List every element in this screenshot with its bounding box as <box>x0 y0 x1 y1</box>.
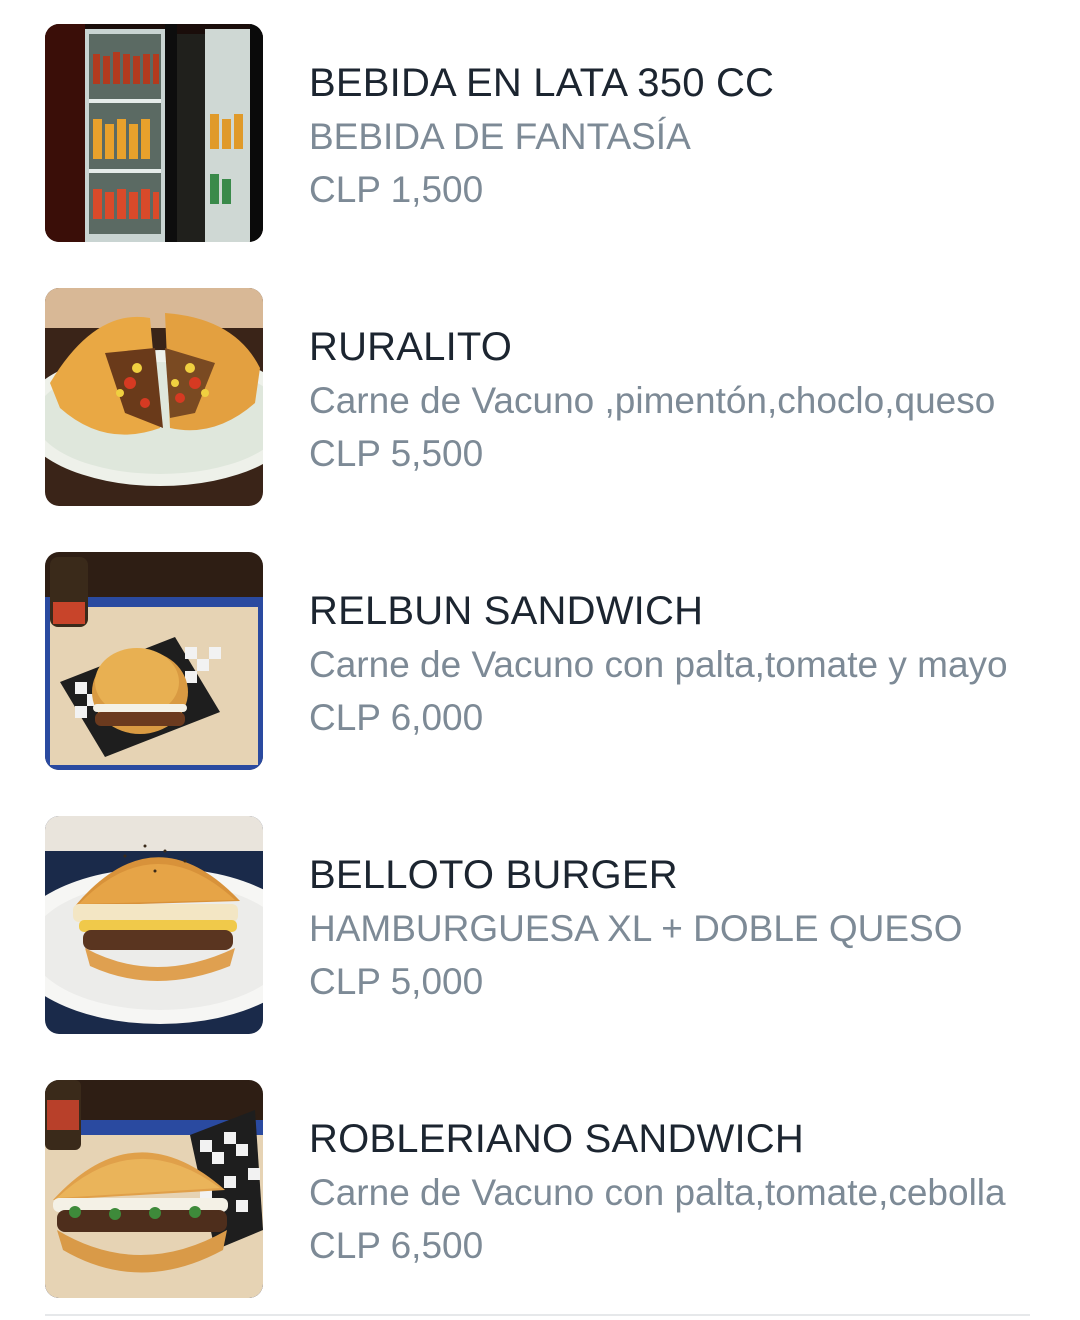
burger-plate-photo <box>45 816 263 1034</box>
product-name: RELBUN SANDWICH <box>309 589 704 633</box>
product-description: Carne de Vacuno con palta,tomate y mayo <box>309 644 1008 685</box>
product-name: BELLOTO BURGER <box>309 853 678 897</box>
sandwich-tray-photo <box>45 1080 263 1298</box>
product-price: CLP 1,500 <box>309 169 484 210</box>
product-price: CLP 6,000 <box>309 697 484 738</box>
product-description: Carne de Vacuno ,pimentón,choclo,queso <box>309 380 996 421</box>
product-item-ruralito[interactable]: RURALITO Carne de Vacuno ,pimentón,chocl… <box>0 288 1080 528</box>
product-description: BEBIDA DE FANTASÍA <box>309 116 691 157</box>
product-item-belloto[interactable]: BELLOTO BURGER HAMBURGUESA XL + DOBLE QU… <box>0 816 1080 1056</box>
product-name: ROBLERIANO SANDWICH <box>309 1117 804 1161</box>
product-price: CLP 5,000 <box>309 961 484 1002</box>
drinks-fridge-photo <box>45 24 263 242</box>
product-list: BEBIDA EN LATA 350 CC BEBIDA DE FANTASÍA… <box>0 0 1080 1318</box>
list-divider <box>45 1314 1030 1316</box>
burger-tray-photo <box>45 552 263 770</box>
product-price: CLP 5,500 <box>309 433 484 474</box>
product-description: HAMBURGUESA XL + DOBLE QUESO <box>309 908 963 949</box>
product-name: RURALITO <box>309 325 513 369</box>
product-description: Carne de Vacuno con palta,tomate,cebolla <box>309 1172 1006 1213</box>
product-price: CLP 6,500 <box>309 1225 484 1266</box>
product-item-bebida[interactable]: BEBIDA EN LATA 350 CC BEBIDA DE FANTASÍA… <box>0 24 1080 264</box>
product-name: BEBIDA EN LATA 350 CC <box>309 61 775 105</box>
sandwich-photo <box>45 288 263 506</box>
product-item-relbun[interactable]: RELBUN SANDWICH Carne de Vacuno con palt… <box>0 552 1080 792</box>
product-item-robleriano[interactable]: ROBLERIANO SANDWICH Carne de Vacuno con … <box>0 1080 1080 1320</box>
